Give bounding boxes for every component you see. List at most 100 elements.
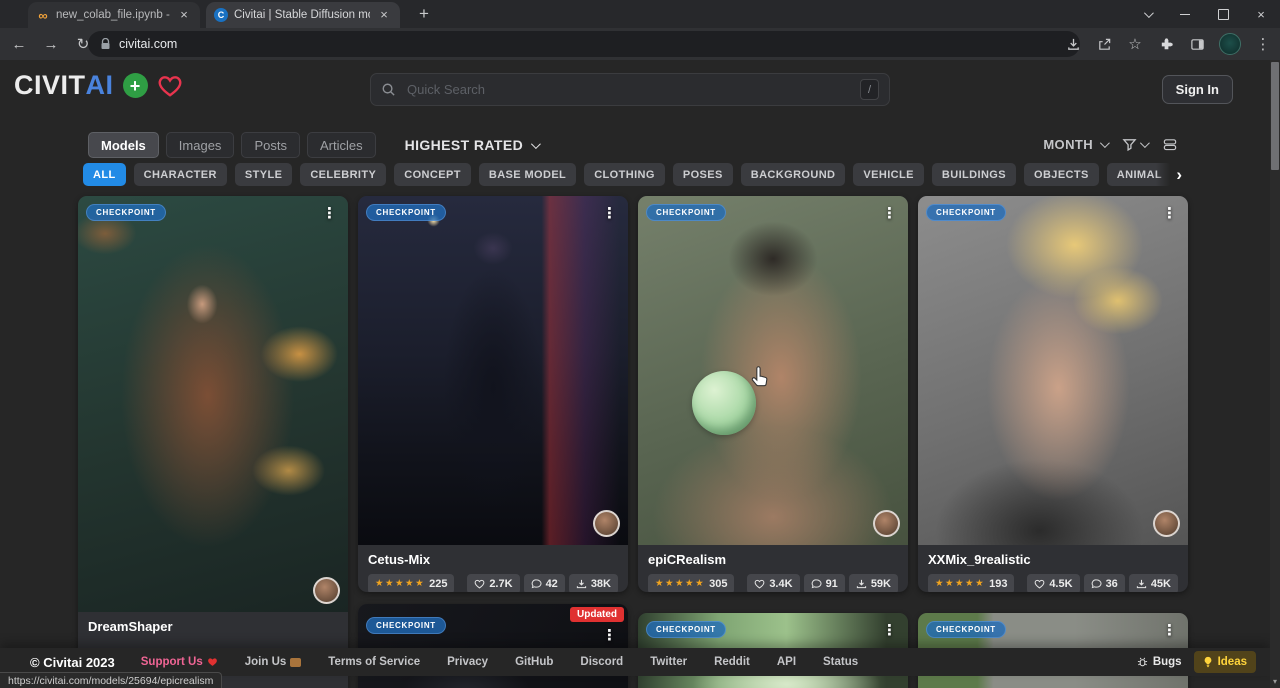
model-preview-image: CHECKPOINT ⋮ bbox=[358, 196, 628, 545]
tab-posts[interactable]: Posts bbox=[241, 132, 300, 158]
period-dropdown[interactable]: MONTH bbox=[1043, 137, 1107, 152]
comments-count: 42 bbox=[546, 578, 558, 590]
model-title: Cetus-Mix bbox=[368, 552, 618, 567]
new-tab-button[interactable]: + bbox=[412, 3, 436, 27]
creator-avatar[interactable] bbox=[1153, 510, 1180, 537]
chip-style[interactable]: STYLE bbox=[235, 163, 292, 186]
scrollbar-down-arrow-icon[interactable]: ▾ bbox=[1270, 675, 1280, 688]
heart-icon bbox=[1034, 579, 1045, 589]
model-card-xxmix9realistic[interactable]: CHECKPOINT ⋮ XXMix_9realistic ★★★★★193 4… bbox=[918, 196, 1188, 592]
minimize-button[interactable] bbox=[1166, 0, 1204, 28]
tab-colab[interactable]: ∞ new_colab_file.ipynb - Colaborat × bbox=[28, 2, 200, 28]
tab-civitai[interactable]: C Civitai | Stable Diffusion models × bbox=[206, 2, 400, 28]
back-button[interactable]: ← bbox=[6, 31, 32, 57]
side-panel-icon[interactable] bbox=[1188, 35, 1206, 53]
sort-dropdown[interactable]: HIGHEST RATED bbox=[405, 137, 539, 153]
chip-clothing[interactable]: CLOTHING bbox=[584, 163, 665, 186]
footer-link-reddit[interactable]: Reddit bbox=[714, 656, 750, 668]
chip-concept[interactable]: CONCEPT bbox=[394, 163, 471, 186]
tab-close-icon[interactable]: × bbox=[176, 7, 192, 23]
chip-all[interactable]: ALL bbox=[83, 163, 126, 186]
likes-pill: 3.4K bbox=[747, 574, 799, 592]
card-menu-icon[interactable]: ⋮ bbox=[1157, 202, 1182, 224]
footer-link-terms[interactable]: Terms of Service bbox=[328, 656, 420, 668]
bug-icon bbox=[1137, 657, 1148, 668]
search-input[interactable] bbox=[405, 81, 851, 98]
chip-poses[interactable]: POSES bbox=[673, 163, 733, 186]
comments-pill: 42 bbox=[524, 574, 565, 592]
status-url-text: https://civitai.com/models/25694/epicrea… bbox=[8, 675, 213, 687]
comment-icon bbox=[1091, 579, 1102, 589]
chips-scroll-right-icon[interactable]: › bbox=[1156, 163, 1182, 186]
footer-link-support-us[interactable]: Support Us bbox=[141, 656, 218, 668]
chip-background[interactable]: BACKGROUND bbox=[741, 163, 846, 186]
sort-label: HIGHEST RATED bbox=[405, 137, 524, 153]
downloads-count: 45K bbox=[1151, 578, 1171, 590]
maximize-button[interactable] bbox=[1204, 0, 1242, 28]
share-icon[interactable] bbox=[1095, 35, 1113, 53]
card-menu-icon[interactable]: ⋮ bbox=[1157, 619, 1182, 641]
footer-link-discord[interactable]: Discord bbox=[580, 656, 623, 668]
civitai-logo[interactable]: CIVITAI bbox=[14, 72, 114, 99]
footer-link-privacy[interactable]: Privacy bbox=[447, 656, 488, 668]
window-close-button[interactable]: × bbox=[1242, 0, 1280, 28]
card-menu-icon[interactable]: ⋮ bbox=[877, 619, 902, 641]
footer-link-join-us[interactable]: Join Us bbox=[245, 656, 302, 668]
extension-puzzle-icon[interactable] bbox=[1157, 35, 1175, 53]
footer-link-api[interactable]: API bbox=[777, 656, 796, 668]
tab-images[interactable]: Images bbox=[166, 132, 235, 158]
card-menu-icon[interactable]: ⋮ bbox=[877, 202, 902, 224]
chevron-down-icon bbox=[1140, 138, 1150, 148]
link-label: Discord bbox=[580, 656, 623, 668]
footer-link-status[interactable]: Status bbox=[823, 656, 858, 668]
address-bar[interactable]: civitai.com bbox=[88, 31, 1080, 57]
browser-menu-icon[interactable]: ⋮ bbox=[1254, 35, 1272, 53]
downloads-count: 38K bbox=[591, 578, 611, 590]
creator-avatar[interactable] bbox=[873, 510, 900, 537]
tab-search-chevron-icon[interactable] bbox=[1128, 0, 1166, 28]
likes-count: 2.7K bbox=[489, 578, 512, 590]
profile-avatar[interactable] bbox=[1219, 33, 1241, 55]
model-card-epicrealism[interactable]: CHECKPOINT ⋮ epiCRealism ★★★★★305 3.4K 9… bbox=[638, 196, 908, 592]
filter-button[interactable] bbox=[1122, 137, 1147, 152]
layout-toggle-button[interactable] bbox=[1162, 137, 1178, 152]
ideas-button[interactable]: Ideas bbox=[1194, 651, 1256, 673]
card-menu-icon[interactable]: ⋮ bbox=[597, 202, 622, 224]
url-text: civitai.com bbox=[119, 37, 177, 51]
chip-base-model[interactable]: BASE MODEL bbox=[479, 163, 576, 186]
forward-button[interactable]: → bbox=[38, 31, 64, 57]
comments-count: 36 bbox=[1106, 578, 1118, 590]
download-icon[interactable] bbox=[1064, 35, 1082, 53]
tab-close-icon[interactable]: × bbox=[376, 7, 392, 23]
scrollbar-thumb[interactable] bbox=[1271, 62, 1279, 170]
chip-buildings[interactable]: BUILDINGS bbox=[932, 163, 1016, 186]
model-card-cetus-mix[interactable]: CHECKPOINT ⋮ Cetus-Mix ★★★★★225 2.7K 42 … bbox=[358, 196, 628, 592]
chip-celebrity[interactable]: CELEBRITY bbox=[300, 163, 386, 186]
briefcase-icon bbox=[290, 658, 301, 667]
chip-character[interactable]: CHARACTER bbox=[134, 163, 227, 186]
quick-search-box[interactable]: / bbox=[370, 73, 890, 106]
card-menu-icon[interactable]: ⋮ bbox=[317, 202, 342, 224]
heart-icon bbox=[754, 579, 765, 589]
bookmark-star-icon[interactable]: ☆ bbox=[1126, 35, 1144, 53]
tab-articles[interactable]: Articles bbox=[307, 132, 376, 158]
tab-models[interactable]: Models bbox=[88, 132, 159, 158]
checkpoint-badge: CHECKPOINT bbox=[926, 621, 1006, 638]
footer-link-github[interactable]: GitHub bbox=[515, 656, 553, 668]
creator-avatar[interactable] bbox=[313, 577, 340, 604]
download-icon bbox=[576, 579, 587, 589]
downloads-count: 59K bbox=[871, 578, 891, 590]
chip-objects[interactable]: OBJECTS bbox=[1024, 163, 1099, 186]
downloads-pill: 45K bbox=[1129, 574, 1178, 592]
footer-link-twitter[interactable]: Twitter bbox=[650, 656, 687, 668]
card-menu-icon[interactable]: ⋮ bbox=[597, 624, 622, 646]
chip-vehicle[interactable]: VEHICLE bbox=[853, 163, 923, 186]
creator-avatar[interactable] bbox=[593, 510, 620, 537]
model-card-dreamshaper[interactable]: CHECKPOINT ⋮ DreamShaper bbox=[78, 196, 348, 688]
sign-in-button[interactable]: Sign In bbox=[1162, 75, 1233, 104]
page-scrollbar[interactable]: ▾ bbox=[1270, 60, 1280, 688]
bugs-button[interactable]: Bugs bbox=[1137, 656, 1182, 668]
create-plus-button[interactable]: + bbox=[123, 73, 148, 98]
favorites-heart-icon[interactable] bbox=[157, 74, 183, 98]
model-stats: ★★★★★225 2.7K 42 38K bbox=[368, 574, 618, 592]
